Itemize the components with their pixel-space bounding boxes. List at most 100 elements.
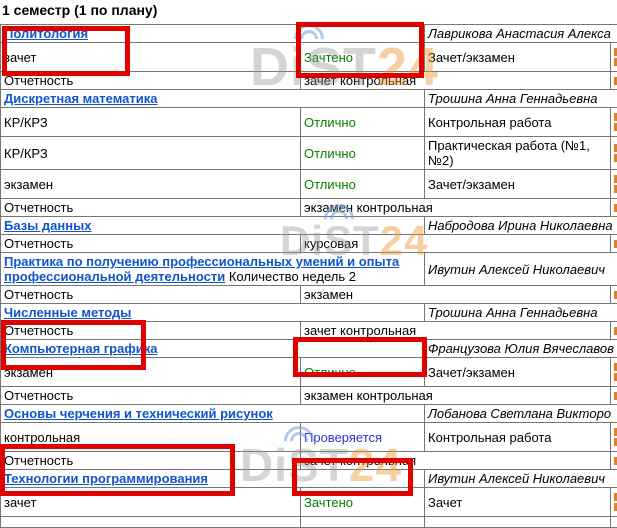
teacher-name: Лобанова Светлана Викторо [425,405,617,423]
work-type-cell: контрольная [1,423,301,452]
control-type-cell: Зачет [425,488,611,517]
grade-value-cell: Отлично [301,358,425,387]
grade-value-cell: Зачтено [301,488,425,517]
teacher-name: Лаврикова Анастасия Алекса [425,25,617,43]
subject-cell: Технологии программирования [1,470,425,488]
subject-link-5[interactable]: Компьютерная графика [4,341,157,356]
report-label: Отчетность [1,452,301,470]
report-label: Отчетность [1,322,301,340]
clipped-cell [611,488,617,517]
subject-row: Дискретная математика Трошина Анна Геннад… [1,90,617,108]
teacher-name: Французова Юлия Вячеславов [425,340,617,358]
subject-link-7[interactable]: Технологии программирования [4,471,208,486]
subject-link-6[interactable]: Основы черчения и технический рисунок [4,406,273,421]
subject-cell: Компьютерная графика [1,340,425,358]
subject-row: Базы данных Набродова Ирина Николаевна [1,217,617,235]
control-type-cell: Контрольная работа [425,108,611,137]
grade-row: экзаменОтлично Зачет/экзамен [1,358,617,387]
subject-cell: Дискретная математика [1,90,425,108]
clipped-cell [611,452,617,470]
subject-row: Политология Лаврикова Анастасия Алекса [1,25,617,43]
grade-value: Отлично [304,115,356,130]
grade-value-cell: Проверяется [301,423,425,452]
work-type-cell: КР/КРЗ [1,137,301,170]
subject-cell: Базы данных [1,217,425,235]
clipped-cell [611,322,617,340]
grades-table: ПолитологияЛаврикова Анастасия Алексазач… [0,24,617,528]
grade-row: зачетЗачтено Зачет/экзамен [1,43,617,72]
control-type-cell: Контрольная работа [425,423,611,452]
grade-value: Зачтено [304,50,353,65]
report-label: Отчетность [1,235,301,253]
grade-value-cell: Отлично [301,137,425,170]
grade-value: Отлично [304,146,356,161]
report-value: экзамен [301,286,611,304]
teacher-name: Ивутин Алексей Николаевич [425,253,617,286]
subject-link-4[interactable]: Численные методы [4,305,131,320]
report-row: Отчетностьзачет контрольная [1,452,617,470]
grade-value: Проверяется [304,430,382,445]
partial-cell [1,517,301,528]
report-label: Отчетность [1,72,301,90]
grade-value: Зачтено [304,495,353,510]
report-row: Отчетностьзачет контрольная [1,72,617,90]
report-value: экзамен контрольная [301,199,611,217]
teacher-name: Трошина Анна Геннадьевна [425,304,617,322]
report-value: зачет контрольная [301,452,611,470]
grade-value: Отлично [304,365,356,380]
partial-cell [425,517,611,528]
grade-value: Отлично [304,177,356,192]
subject-link-2[interactable]: Базы данных [4,218,91,233]
clipped-cell [611,423,617,452]
grade-value-cell: Отлично [301,170,425,199]
report-value: зачет контрольная [301,322,611,340]
report-value: зачет контрольная [301,72,611,90]
grade-row: контрольнаяПроверяется Контрольная работа [1,423,617,452]
grade-row: КР/КРЗОтлично Контрольная работа [1,108,617,137]
report-row: Отчетностьэкзамен контрольная [1,387,617,405]
grade-row: КР/КРЗОтлично Практическая работа (№1, №2… [1,137,617,170]
partial-cell [611,517,617,528]
grade-row: зачетЗачтено Зачет [1,488,617,517]
teacher-name: Набродова Ирина Николаевна [425,217,617,235]
teacher-name: Ивутин Алексей Николаевич [425,470,617,488]
clipped-cell [611,286,617,304]
clipped-cell [611,235,617,253]
report-label: Отчетность [1,387,301,405]
report-value: экзамен контрольная [301,387,611,405]
subject-link-0[interactable]: Политология [4,26,88,41]
subject-link-1[interactable]: Дискретная математика [4,91,158,106]
report-label: Отчетность [1,199,301,217]
control-type-cell: Зачет/экзамен [425,43,611,72]
report-row: Отчетностьэкзамен контрольная [1,199,617,217]
teacher-name: Трошина Анна Геннадьевна [425,90,617,108]
subject-row: Численные методы Трошина Анна Геннадьевна [1,304,617,322]
work-type-cell: экзамен [1,170,301,199]
grade-row: экзаменОтличноЗачет/экзамен [1,170,617,199]
report-row: Отчетностьэкзамен [1,286,617,304]
control-type-cell: Зачет/экзамен [425,358,611,387]
subject-cell: Политология [1,25,425,43]
clipped-cell [611,358,617,387]
subject-cell: Основы черчения и технический рисунок [1,405,425,423]
work-type-cell: экзамен [1,358,301,387]
subject-extra-text: Количество недель 2 [225,269,356,284]
clipped-cell [611,170,617,199]
clipped-cell [611,43,617,72]
clipped-cell [611,72,617,90]
clipped-cell [611,108,617,137]
semester-title: 1 семестр (1 по плану) [2,2,157,18]
subject-cell: Численные методы [1,304,425,322]
work-type-cell: зачет [1,43,301,72]
report-row: Отчетностькурсовая [1,235,617,253]
grade-value-cell: Зачтено [301,43,425,72]
grade-value-cell: Отлично [301,108,425,137]
clipped-cell [611,199,617,217]
work-type-cell: КР/КРЗ [1,108,301,137]
partial-next-row [1,517,617,528]
work-type-cell: зачет [1,488,301,517]
subject-cell: Практика по получению профессиональных у… [1,253,425,286]
subject-row: Технологии программирования Ивутин Алексе… [1,470,617,488]
control-type-cell: Практическая работа (№1, №2) [425,137,611,170]
subject-row: Практика по получению профессиональных у… [1,253,617,286]
